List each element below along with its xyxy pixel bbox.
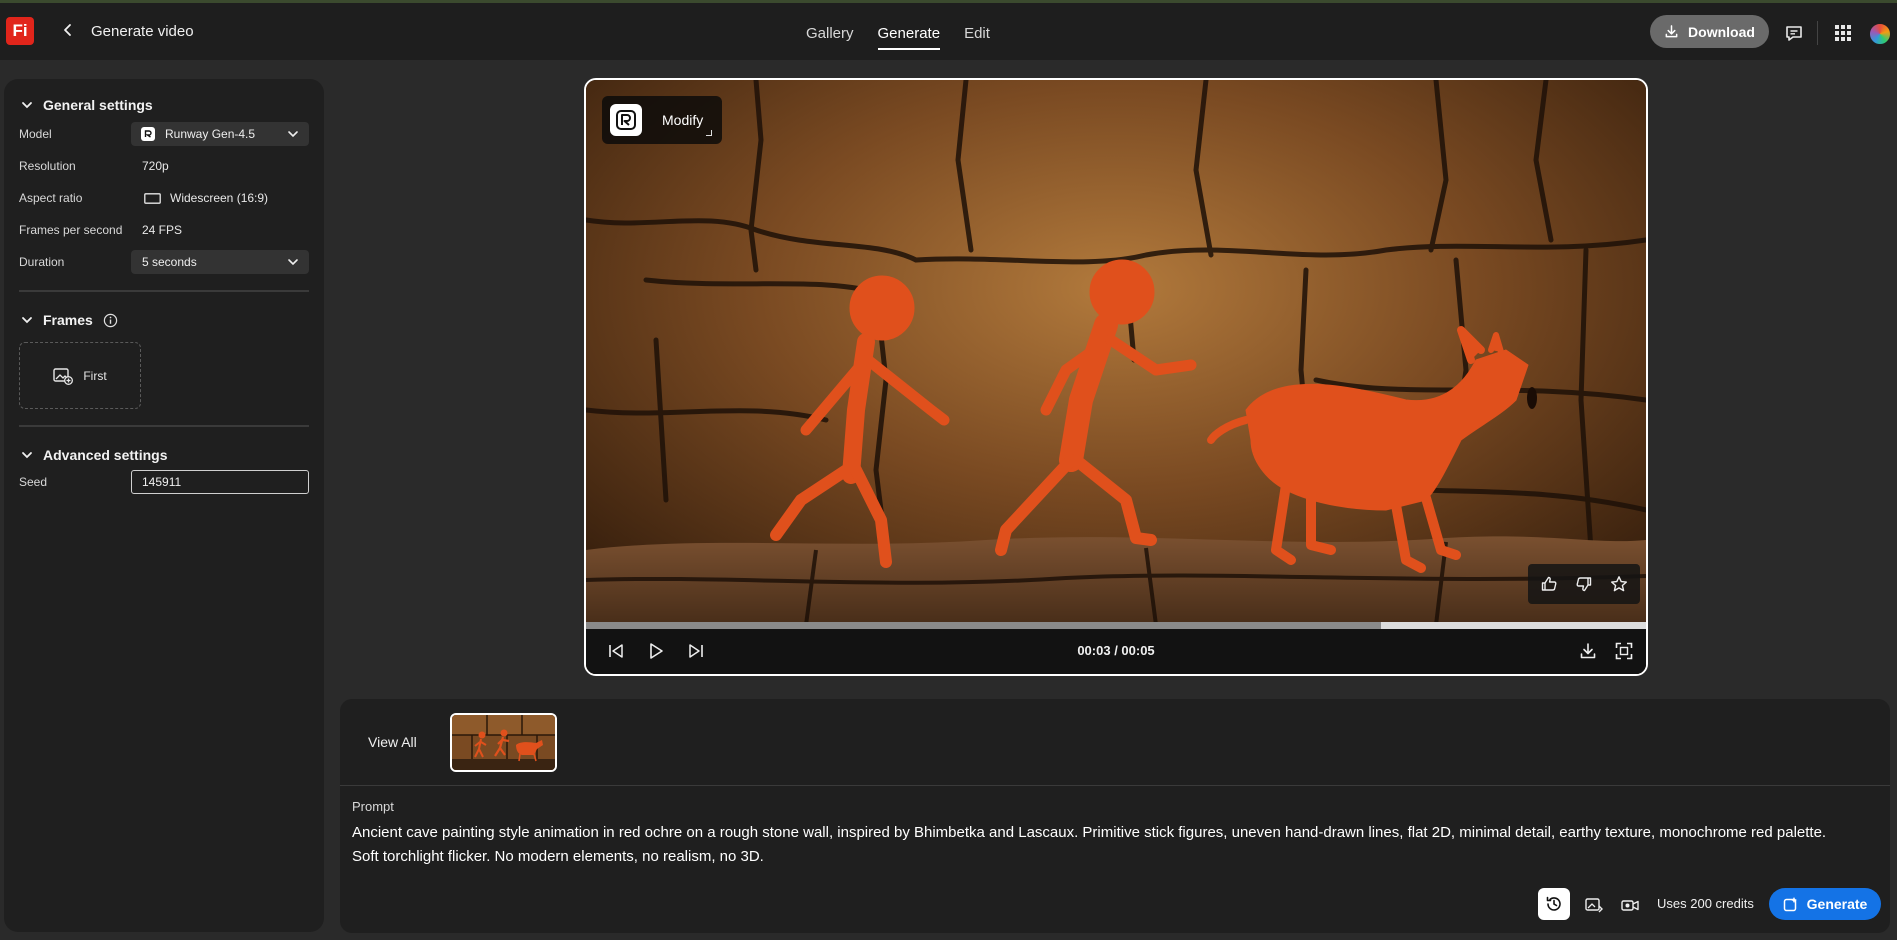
apps-grid-icon[interactable] <box>1833 23 1853 43</box>
widescreen-icon <box>144 192 161 204</box>
image-settings-icon[interactable] <box>1584 895 1604 915</box>
model-value: Runway Gen-4.5 <box>165 127 256 141</box>
model-select[interactable]: Runway Gen-4.5 <box>131 122 309 146</box>
first-frame-label: First <box>83 368 107 383</box>
runway-logo-icon <box>141 127 155 141</box>
settings-panel: General settings Model Runway Gen-4.5 Re… <box>4 79 324 932</box>
general-settings-title: General settings <box>43 97 153 113</box>
model-label: Model <box>19 127 52 141</box>
time-display: 00:03 / 00:05 <box>1077 643 1155 658</box>
generate-button[interactable]: Generate <box>1769 888 1881 920</box>
modify-button[interactable]: Modify <box>602 96 722 144</box>
video-frame-image <box>586 80 1646 674</box>
tab-gallery[interactable]: Gallery <box>806 25 854 50</box>
resolution-value: 720p <box>142 159 169 173</box>
aspect-ratio-value: Widescreen (16:9) <box>144 191 268 205</box>
duration-value: 5 seconds <box>142 255 197 269</box>
general-settings-header[interactable]: General settings <box>21 97 153 113</box>
chevron-down-icon <box>21 449 33 461</box>
fps-value: 24 FPS <box>142 223 183 237</box>
first-frame-slot[interactable]: First <box>19 342 141 409</box>
chevron-down-icon <box>287 256 299 268</box>
history-button[interactable] <box>1538 888 1570 920</box>
progress-bar[interactable] <box>586 622 1646 629</box>
chevron-down-icon <box>287 128 299 140</box>
chevron-down-icon <box>21 99 33 111</box>
aspect-ratio-label: Aspect ratio <box>19 191 83 205</box>
progress-remaining <box>1381 622 1646 629</box>
thumbs-down-icon[interactable] <box>1575 575 1593 593</box>
download-button[interactable]: Download <box>1650 15 1769 48</box>
resolution-label: Resolution <box>19 159 76 173</box>
tab-edit[interactable]: Edit <box>964 25 990 50</box>
prompt-label: Prompt <box>352 799 394 814</box>
seed-label: Seed <box>19 475 48 489</box>
camera-icon[interactable] <box>1620 895 1640 915</box>
thumbnail-image <box>452 715 555 770</box>
video-player[interactable]: Modify 00:03 / 00:05 <box>584 78 1648 676</box>
generation-thumbnail[interactable] <box>450 713 557 772</box>
generate-label: Generate <box>1806 896 1868 912</box>
header-divider <box>1817 21 1818 45</box>
frames-header[interactable]: Frames <box>21 312 118 328</box>
runway-logo-icon <box>610 104 642 136</box>
seed-input[interactable]: 145911 <box>131 470 309 494</box>
download-icon <box>1664 24 1679 39</box>
credits-text: Uses 200 credits <box>1657 896 1754 911</box>
fullscreen-icon[interactable] <box>1614 641 1634 661</box>
top-bar: Fi Generate video Gallery Generate Edit … <box>0 3 1897 60</box>
fps-label: Frames per second <box>19 223 123 237</box>
back-arrow-icon[interactable] <box>60 22 76 38</box>
star-icon[interactable] <box>1610 575 1628 593</box>
page-title: Generate video <box>91 23 194 40</box>
divider <box>340 785 1890 786</box>
divider <box>19 425 309 427</box>
frames-title: Frames <box>43 312 93 328</box>
comment-icon[interactable] <box>1784 23 1804 43</box>
generate-icon <box>1783 896 1799 912</box>
thumbs-up-icon[interactable] <box>1540 575 1558 593</box>
info-icon[interactable] <box>103 313 118 328</box>
corner-resize-icon <box>706 130 712 136</box>
duration-label: Duration <box>19 255 65 269</box>
view-all-link[interactable]: View All <box>368 734 417 750</box>
main-nav: Gallery Generate Edit <box>806 25 1014 50</box>
player-controls: 00:03 / 00:05 <box>586 629 1646 674</box>
download-icon[interactable] <box>1578 641 1598 661</box>
duration-select[interactable]: 5 seconds <box>131 250 309 274</box>
prompt-panel: View All Prompt Ancient cave painting st… <box>340 699 1890 933</box>
feedback-bar <box>1528 564 1640 604</box>
history-icon <box>1545 895 1563 913</box>
advanced-settings-header[interactable]: Advanced settings <box>21 447 167 463</box>
chevron-down-icon <box>21 314 33 326</box>
download-label: Download <box>1688 23 1755 40</box>
modify-label: Modify <box>662 112 704 128</box>
aspect-ratio-text: Widescreen (16:9) <box>170 191 269 205</box>
progress-played <box>586 622 1381 629</box>
advanced-settings-title: Advanced settings <box>43 447 168 463</box>
prompt-textarea[interactable]: Ancient cave painting style animation in… <box>352 821 1852 869</box>
add-image-icon <box>53 367 74 385</box>
app-logo[interactable]: Fi <box>6 17 34 45</box>
tab-generate[interactable]: Generate <box>877 25 940 50</box>
avatar[interactable] <box>1868 22 1892 46</box>
divider <box>19 290 309 292</box>
